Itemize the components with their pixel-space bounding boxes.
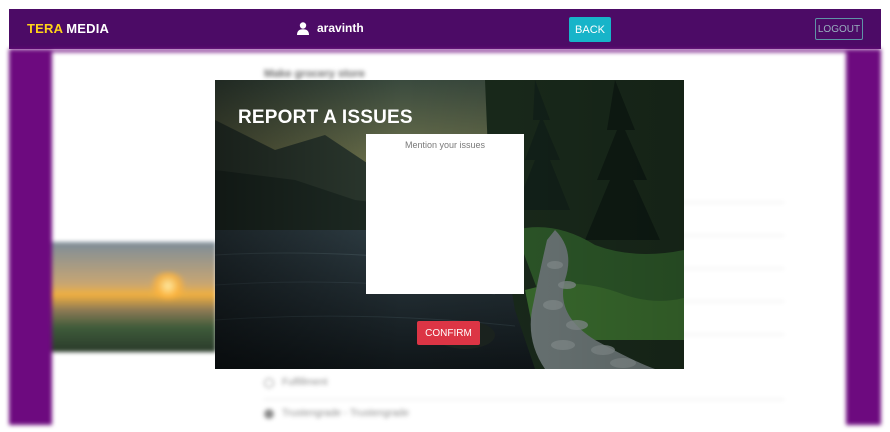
user-display: aravinth [297, 21, 364, 35]
confirm-button[interactable]: CONFIRM [417, 321, 480, 345]
username-label: aravinth [317, 21, 364, 35]
modal-title: REPORT A ISSUES [238, 107, 413, 128]
filled-dot-icon [264, 408, 274, 419]
divider [264, 399, 784, 400]
top-navbar: TERA MEDIA aravinth BACK LOGOUT [9, 9, 881, 49]
list-item-label: Trustengrade - Trustengrade [282, 408, 409, 419]
list-item[interactable]: Trustengrade - Trustengrade [264, 408, 409, 419]
logout-button[interactable]: LOGOUT [815, 18, 863, 40]
sun-glow [148, 272, 188, 300]
list-item-label: Fulfillment [282, 377, 328, 388]
page-heading: Make grocery store [264, 68, 365, 80]
sunset-image [52, 242, 216, 352]
report-issue-modal: REPORT A ISSUES CONFIRM [215, 80, 684, 369]
issue-description-textarea[interactable] [366, 134, 524, 294]
brand-text-media: MEDIA [66, 21, 110, 36]
back-button[interactable]: BACK [569, 17, 611, 42]
list-item[interactable]: Fulfillment [264, 377, 328, 388]
brand-text-tera: TERA [27, 21, 64, 36]
user-icon [297, 21, 309, 35]
brand-logo[interactable]: TERA MEDIA [27, 21, 109, 36]
outline-dot-icon [264, 377, 274, 388]
